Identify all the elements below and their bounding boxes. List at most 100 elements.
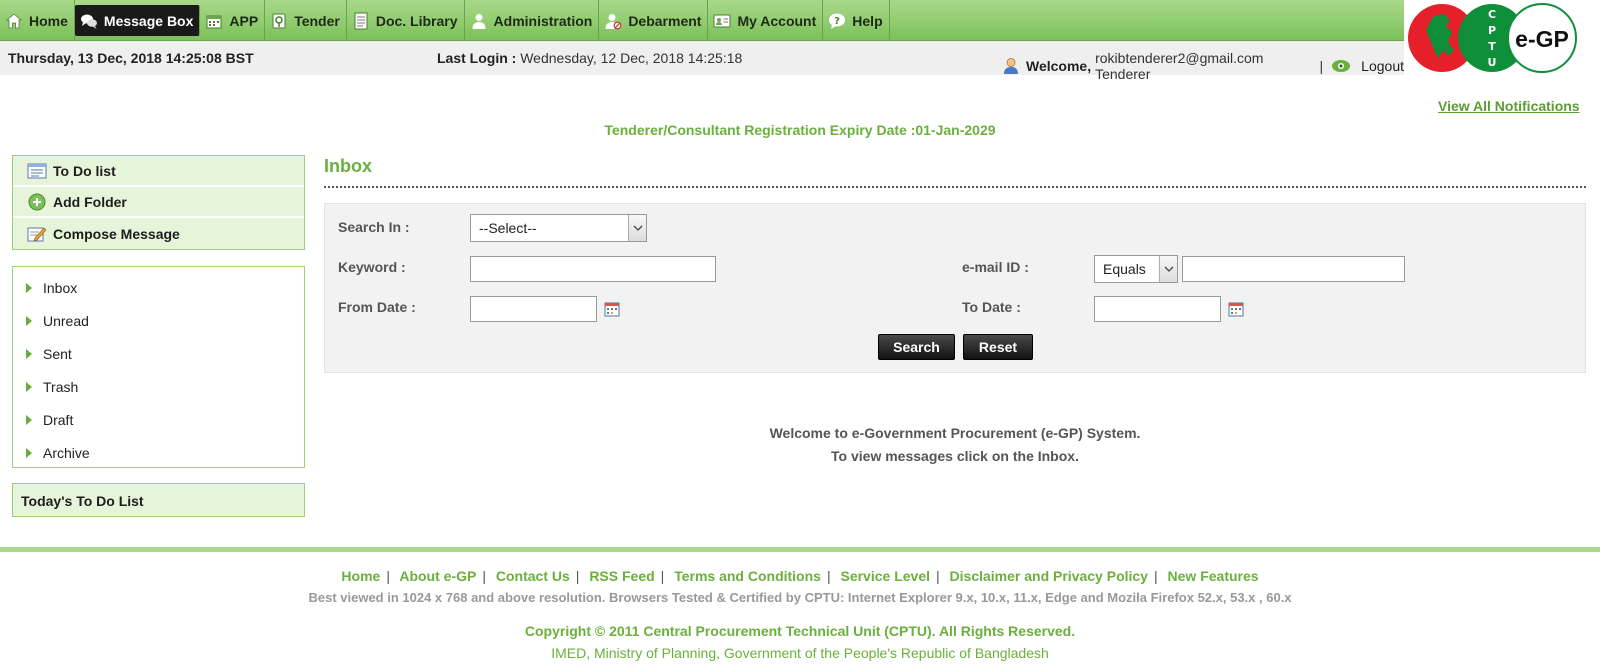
add-circle-icon xyxy=(27,192,47,212)
email-operator-select[interactable]: Equals xyxy=(1094,255,1178,283)
search-in-selected-value: --Select-- xyxy=(479,220,537,236)
nav-message-box[interactable]: Message Box xyxy=(74,5,201,36)
footer-link-disclaimer[interactable]: Disclaimer and Privacy Policy xyxy=(950,568,1148,584)
nav-my-account[interactable]: My Account xyxy=(708,0,824,41)
imed-text: IMED, Ministry of Planning, Government o… xyxy=(551,645,1049,661)
egp-logo: C P T U e-GP xyxy=(1404,0,1600,78)
nav-my-account-label: My Account xyxy=(737,12,817,29)
to-date-input[interactable] xyxy=(1094,296,1221,322)
nav-doc-library[interactable]: Doc. Library xyxy=(347,0,465,41)
footer-separator: | xyxy=(826,568,831,584)
logout-link[interactable]: Logout xyxy=(1331,58,1404,74)
to-date-label: To Date : xyxy=(962,299,1021,315)
compose-icon xyxy=(27,224,47,244)
chat-bubbles-icon xyxy=(79,11,99,31)
keyword-input[interactable] xyxy=(470,256,716,282)
best-viewed-note: Best viewed in 1024 x 768 and above reso… xyxy=(308,590,1292,605)
nav-message-box-label: Message Box xyxy=(103,12,194,29)
folder-inbox-label: Inbox xyxy=(43,279,78,296)
nav-home[interactable]: Home xyxy=(0,0,75,41)
nav-administration[interactable]: Administration xyxy=(465,0,600,41)
title-divider xyxy=(324,186,1586,188)
chevron-down-icon xyxy=(1159,256,1177,282)
message-search-form: Search In : --Select-- Keyword : e-mail … xyxy=(324,203,1586,373)
welcome-separator: | xyxy=(1319,58,1324,74)
nav-debarment[interactable]: Debarment xyxy=(599,0,709,41)
arrow-right-icon xyxy=(26,282,32,293)
footer-link-new-features[interactable]: New Features xyxy=(1168,568,1259,584)
from-date-input[interactable] xyxy=(470,296,597,322)
arrow-right-icon xyxy=(26,348,32,359)
arrow-right-icon xyxy=(26,414,32,425)
folder-trash-label: Trash xyxy=(43,378,79,395)
folder-archive-label: Archive xyxy=(43,444,90,461)
compose-message-link[interactable]: Compose Message xyxy=(13,218,304,249)
folder-draft-label: Draft xyxy=(43,411,74,428)
cptu-egp-logo-graphic: C P T U e-GP xyxy=(1408,3,1577,73)
folder-archive[interactable]: Archive xyxy=(13,436,304,469)
nav-debarment-label: Debarment xyxy=(628,12,702,29)
email-id-input[interactable] xyxy=(1182,256,1405,282)
search-in-label: Search In : xyxy=(338,219,410,235)
from-date-label: From Date : xyxy=(338,299,416,315)
folder-unread-label: Unread xyxy=(43,312,89,329)
last-login-label: Last Login : xyxy=(437,50,517,66)
nav-home-label: Home xyxy=(29,12,68,29)
email-id-label: e-mail ID : xyxy=(962,259,1029,275)
tender-icon xyxy=(269,11,289,31)
keyword-label: Keyword : xyxy=(338,259,406,275)
search-button[interactable]: Search xyxy=(878,334,955,360)
todo-list-link[interactable]: To Do list xyxy=(13,156,304,187)
folder-sent[interactable]: Sent xyxy=(13,337,304,370)
nav-administration-label: Administration xyxy=(493,12,593,29)
arrow-right-icon xyxy=(26,381,32,392)
footer-separator: | xyxy=(575,568,580,584)
nav-doc-library-label: Doc. Library xyxy=(375,12,458,29)
svg-text:e-GP: e-GP xyxy=(1515,26,1569,52)
search-in-select[interactable]: --Select-- xyxy=(470,214,647,242)
calendar-icon xyxy=(204,11,224,31)
user-avatar-icon xyxy=(1002,57,1020,75)
svg-text:T: T xyxy=(1488,40,1496,53)
svg-text:U: U xyxy=(1488,56,1497,69)
svg-text:P: P xyxy=(1488,24,1496,37)
welcome-user-name: rokibtenderer2@gmail.com Tenderer xyxy=(1095,50,1264,82)
folder-draft[interactable]: Draft xyxy=(13,403,304,436)
footer-link-service-level[interactable]: Service Level xyxy=(840,568,930,584)
footer-link-home[interactable]: Home xyxy=(341,568,380,584)
folder-unread[interactable]: Unread xyxy=(13,304,304,337)
nav-app-label: APP xyxy=(229,12,259,29)
calendar-picker-icon[interactable] xyxy=(1228,301,1244,317)
footer-links: Home | About e-GP | Contact Us | RSS Feed | … xyxy=(0,568,1600,584)
session-info-bar: Thursday, 13 Dec, 2018 14:25:08 BST Last… xyxy=(0,41,1404,82)
footer-link-about[interactable]: About e-GP xyxy=(399,568,476,584)
nav-help-label: Help xyxy=(852,12,883,29)
debarment-icon xyxy=(603,11,623,31)
reset-button[interactable]: Reset xyxy=(963,334,1033,360)
footer-separator: | xyxy=(660,568,665,584)
footer-link-terms[interactable]: Terms and Conditions xyxy=(674,568,821,584)
footer-separator: | xyxy=(936,568,940,584)
logout-icon xyxy=(1331,58,1351,74)
todays-todo-list-link[interactable]: Today's To Do List xyxy=(12,483,305,517)
nav-help[interactable]: ? Help xyxy=(823,0,890,41)
id-card-icon xyxy=(712,11,732,31)
view-all-notifications-link[interactable]: View All Notifications xyxy=(1438,98,1580,114)
add-folder-link[interactable]: Add Folder xyxy=(13,187,304,218)
calendar-picker-icon[interactable] xyxy=(604,301,620,317)
nav-tender[interactable]: Tender xyxy=(265,0,347,41)
folder-trash[interactable]: Trash xyxy=(13,370,304,403)
welcome-message: Welcome to e-Government Procurement (e-G… xyxy=(324,422,1586,468)
footer-separator: | xyxy=(1153,568,1158,584)
svg-text:C: C xyxy=(1488,8,1496,21)
page-title: Inbox xyxy=(324,156,372,176)
home-icon xyxy=(4,11,24,31)
document-icon xyxy=(351,11,371,31)
footer-link-rss[interactable]: RSS Feed xyxy=(589,568,654,584)
footer-link-contact[interactable]: Contact Us xyxy=(496,568,570,584)
nav-app[interactable]: APP xyxy=(200,0,266,41)
folder-inbox[interactable]: Inbox xyxy=(13,271,304,304)
footer-separator: | xyxy=(482,568,486,584)
help-icon: ? xyxy=(827,11,847,31)
folder-sent-label: Sent xyxy=(43,345,72,362)
